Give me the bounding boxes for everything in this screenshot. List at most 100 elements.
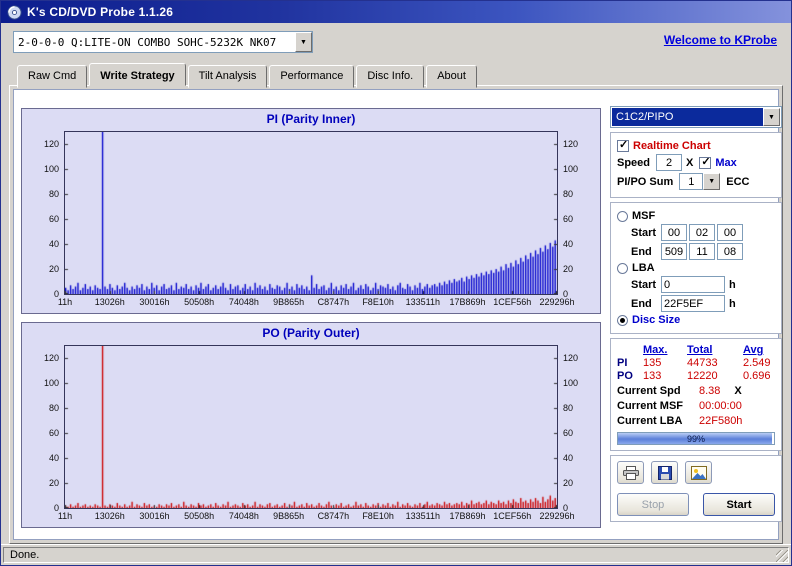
printer-icon: [623, 466, 639, 480]
pipo-sum-arrow[interactable]: ▼: [703, 173, 720, 190]
stats-po-max: 133: [643, 370, 687, 382]
title-bar: K's CD/DVD Probe 1.1.26: [1, 1, 791, 23]
realtime-chart-label: Realtime Chart: [633, 140, 711, 152]
max-speed-checkbox[interactable]: [699, 157, 711, 169]
mode-combo-arrow[interactable]: ▼: [763, 108, 780, 126]
chevron-down-icon: ▼: [768, 114, 775, 121]
tab-strip: Raw Cmd Write Strategy Tilt Analysis Per…: [17, 63, 477, 86]
app-icon: [7, 5, 22, 20]
y-axis-tick-label: 20: [563, 264, 595, 274]
image-icon: [691, 466, 707, 480]
y-axis-tick-label: 120: [563, 353, 595, 363]
stats-row-po-name: PO: [617, 370, 643, 382]
current-lba-value: 22F580h: [699, 415, 742, 427]
msf-end-field-1[interactable]: [689, 243, 715, 260]
stats-pi-avg: 2.549: [743, 357, 787, 369]
lba-radio[interactable]: [617, 263, 628, 274]
resize-grip[interactable]: [776, 550, 788, 562]
y-axis-tick-label: 80: [563, 403, 595, 413]
y-axis-tick-label: 60: [563, 214, 595, 224]
welcome-kprobe-link[interactable]: Welcome to KProbe: [664, 33, 777, 47]
msf-start-field-0[interactable]: [661, 224, 687, 241]
lba-start-hex-suffix: h: [729, 279, 736, 291]
lba-start-input[interactable]: [661, 276, 725, 293]
chart-options-group: Realtime Chart Speed X Max PI/: [610, 132, 782, 198]
app-window: K's CD/DVD Probe 1.1.26 2-0-0-0 Q:LITE-O…: [0, 0, 792, 566]
stop-button[interactable]: Stop: [617, 493, 689, 516]
pi-chart-title: PI (Parity Inner): [22, 109, 600, 125]
current-lba-label: Current LBA: [617, 415, 699, 427]
y-axis-tick-label: 40: [563, 453, 595, 463]
pi-chart: PI (Parity Inner) 0020204040606080801001…: [21, 108, 601, 314]
chevron-down-icon: ▼: [708, 178, 715, 185]
msf-start-field-1[interactable]: [689, 224, 715, 241]
msf-start-label: Start: [631, 227, 661, 239]
disc-size-radio[interactable]: [617, 315, 628, 326]
drive-combo-arrow[interactable]: ▼: [295, 32, 312, 52]
msf-start-field-2[interactable]: [717, 224, 743, 241]
y-axis-tick-label: 80: [563, 189, 595, 199]
control-column: C1C2/PIPO ▼ Realtime Chart Speed: [610, 106, 782, 522]
po-chart: PO (Parity Outer) 0020204040606080801001…: [21, 322, 601, 528]
toolbar: 2-0-0-0 Q:LITE-ON COMBO SOHC-5232K NK07 …: [1, 23, 791, 65]
msf-end-label: End: [631, 246, 661, 258]
status-bar: Done.: [1, 544, 791, 565]
stats-table: Max. Total Avg PI 135 44733 2.549 PO 133…: [617, 344, 775, 382]
po-chart-title: PO (Parity Outer): [22, 323, 600, 339]
y-axis-tick-label: 20: [27, 478, 59, 488]
progress-label: 99%: [618, 434, 774, 444]
y-axis-tick-label: 120: [563, 139, 595, 149]
tab-about[interactable]: About: [426, 65, 477, 88]
msf-end-field-0[interactable]: [661, 243, 687, 260]
x-axis-tick-label: 229296h: [527, 297, 587, 307]
tab-write-strategy[interactable]: Write Strategy: [89, 63, 185, 86]
y-axis-tick-label: 60: [27, 428, 59, 438]
lba-end-label: End: [631, 298, 661, 310]
current-msf-label: Current MSF: [617, 400, 699, 412]
y-axis-tick-label: 20: [27, 264, 59, 274]
mode-combo[interactable]: C1C2/PIPO ▼: [610, 106, 782, 128]
start-button[interactable]: Start: [703, 493, 775, 516]
speed-unit-label: X: [686, 157, 693, 169]
y-axis-tick-label: 40: [27, 239, 59, 249]
y-axis-tick-label: 100: [27, 164, 59, 174]
msf-radio[interactable]: [617, 211, 628, 222]
y-axis-tick-label: 120: [27, 353, 59, 363]
max-speed-label: Max: [715, 157, 736, 169]
tab-raw-cmd[interactable]: Raw Cmd: [17, 65, 87, 88]
current-spd-label: Current Spd: [617, 385, 699, 397]
pi-chart-plot: [64, 131, 558, 295]
mode-combo-value: C1C2/PIPO: [612, 108, 763, 126]
current-spd-value: 8.38: [699, 385, 720, 397]
speed-input[interactable]: [656, 154, 682, 171]
chevron-down-icon: ▼: [300, 39, 307, 46]
write-strategy-panel: PI (Parity Inner) 0020204040606080801001…: [13, 89, 779, 540]
y-axis-tick-label: 20: [563, 478, 595, 488]
speed-label: Speed: [617, 157, 650, 169]
drive-combo[interactable]: 2-0-0-0 Q:LITE-ON COMBO SOHC-5232K NK07 …: [13, 31, 313, 53]
export-image-button[interactable]: [685, 461, 712, 484]
save-button[interactable]: [651, 461, 678, 484]
lba-end-input[interactable]: [661, 295, 725, 312]
tab-tilt-analysis[interactable]: Tilt Analysis: [188, 65, 268, 88]
x-axis-tick-label: 229296h: [527, 511, 587, 521]
y-axis-tick-label: 100: [563, 378, 595, 388]
realtime-chart-checkbox[interactable]: [617, 140, 629, 152]
y-axis-tick-label: 60: [27, 214, 59, 224]
msf-label: MSF: [632, 210, 655, 222]
po-chart-canvas: [65, 346, 557, 508]
po-chart-plot: [64, 345, 558, 509]
lba-start-label: Start: [631, 279, 661, 291]
lba-end-hex-suffix: h: [729, 298, 736, 310]
tab-page: PI (Parity Inner) 0020204040606080801001…: [9, 85, 783, 544]
stats-po-total: 12220: [687, 370, 743, 382]
y-axis-tick-label: 60: [563, 428, 595, 438]
pipo-sum-input[interactable]: [679, 173, 703, 190]
tab-performance[interactable]: Performance: [269, 65, 354, 88]
print-button[interactable]: [617, 461, 644, 484]
stats-group: Max. Total Avg PI 135 44733 2.549 PO 133…: [610, 338, 782, 451]
y-axis-tick-label: 80: [27, 403, 59, 413]
msf-end-field-2[interactable]: [717, 243, 743, 260]
y-axis-tick-label: 40: [27, 453, 59, 463]
tab-disc-info[interactable]: Disc Info.: [356, 65, 424, 88]
